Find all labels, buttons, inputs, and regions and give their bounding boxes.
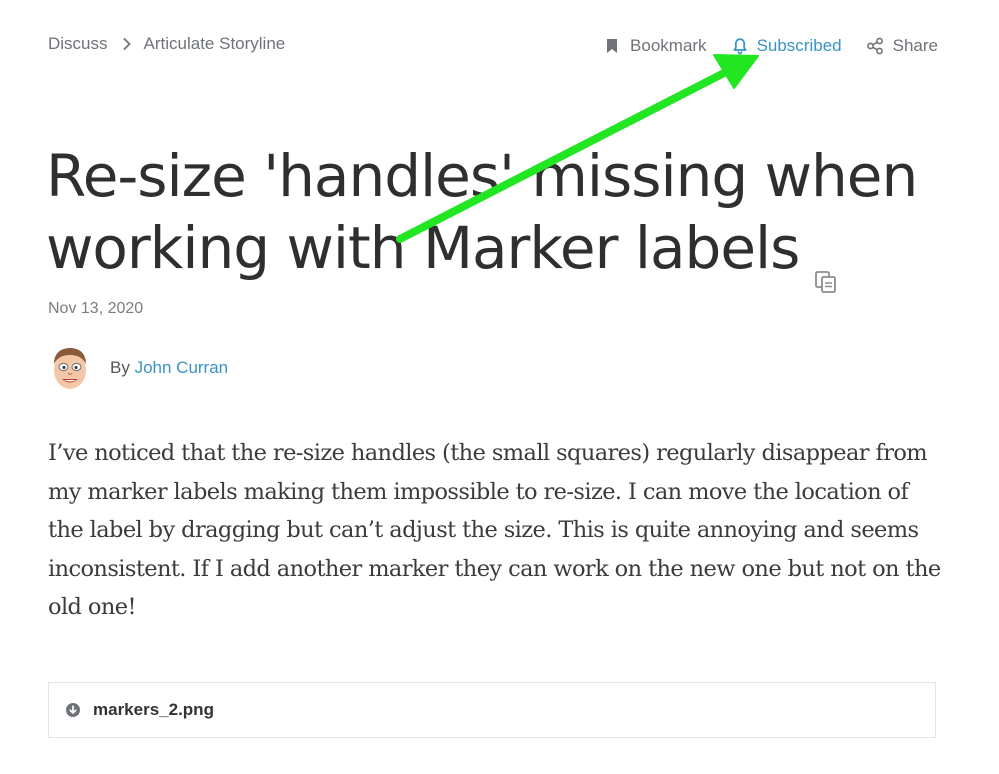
page-title: Re-size 'handles' missing when working w… [46,140,946,293]
subscribed-label: Subscribed [756,36,842,55]
attachment-item[interactable]: markers_2.png [48,682,936,738]
bookmark-icon [603,37,621,55]
download-icon [65,702,81,718]
post-actions: Bookmark Subscribed Share [603,34,938,58]
share-label: Share [892,36,938,55]
author-byline: By John Curran [110,358,228,378]
avatar[interactable] [48,344,92,392]
subscribed-button[interactable]: Subscribed [731,36,842,56]
page: Discuss Articulate Storyline Bookmark Su… [0,0,999,774]
bookmark-button[interactable]: Bookmark [603,36,707,56]
share-button[interactable]: Share [866,36,938,56]
breadcrumb: Discuss Articulate Storyline [48,32,285,56]
bell-icon [731,37,749,55]
share-icon [866,37,884,55]
copy-icon[interactable] [813,239,839,293]
page-title-text: Re-size 'handles' missing when working w… [46,142,918,282]
attachment-filename: markers_2.png [93,700,214,719]
author-row: By John Curran [48,344,228,392]
author-link[interactable]: John Curran [135,358,229,377]
breadcrumb-articulate-storyline[interactable]: Articulate Storyline [144,34,286,54]
post-body: I’ve noticed that the re-size handles (t… [48,440,941,620]
post-date: Nov 13, 2020 [48,300,144,317]
bookmark-label: Bookmark [630,36,707,55]
topbar: Discuss Articulate Storyline Bookmark Su… [48,32,938,58]
chevron-right-icon [120,37,134,51]
author-prefix: By [110,358,130,377]
breadcrumb-discuss[interactable]: Discuss [48,34,108,54]
